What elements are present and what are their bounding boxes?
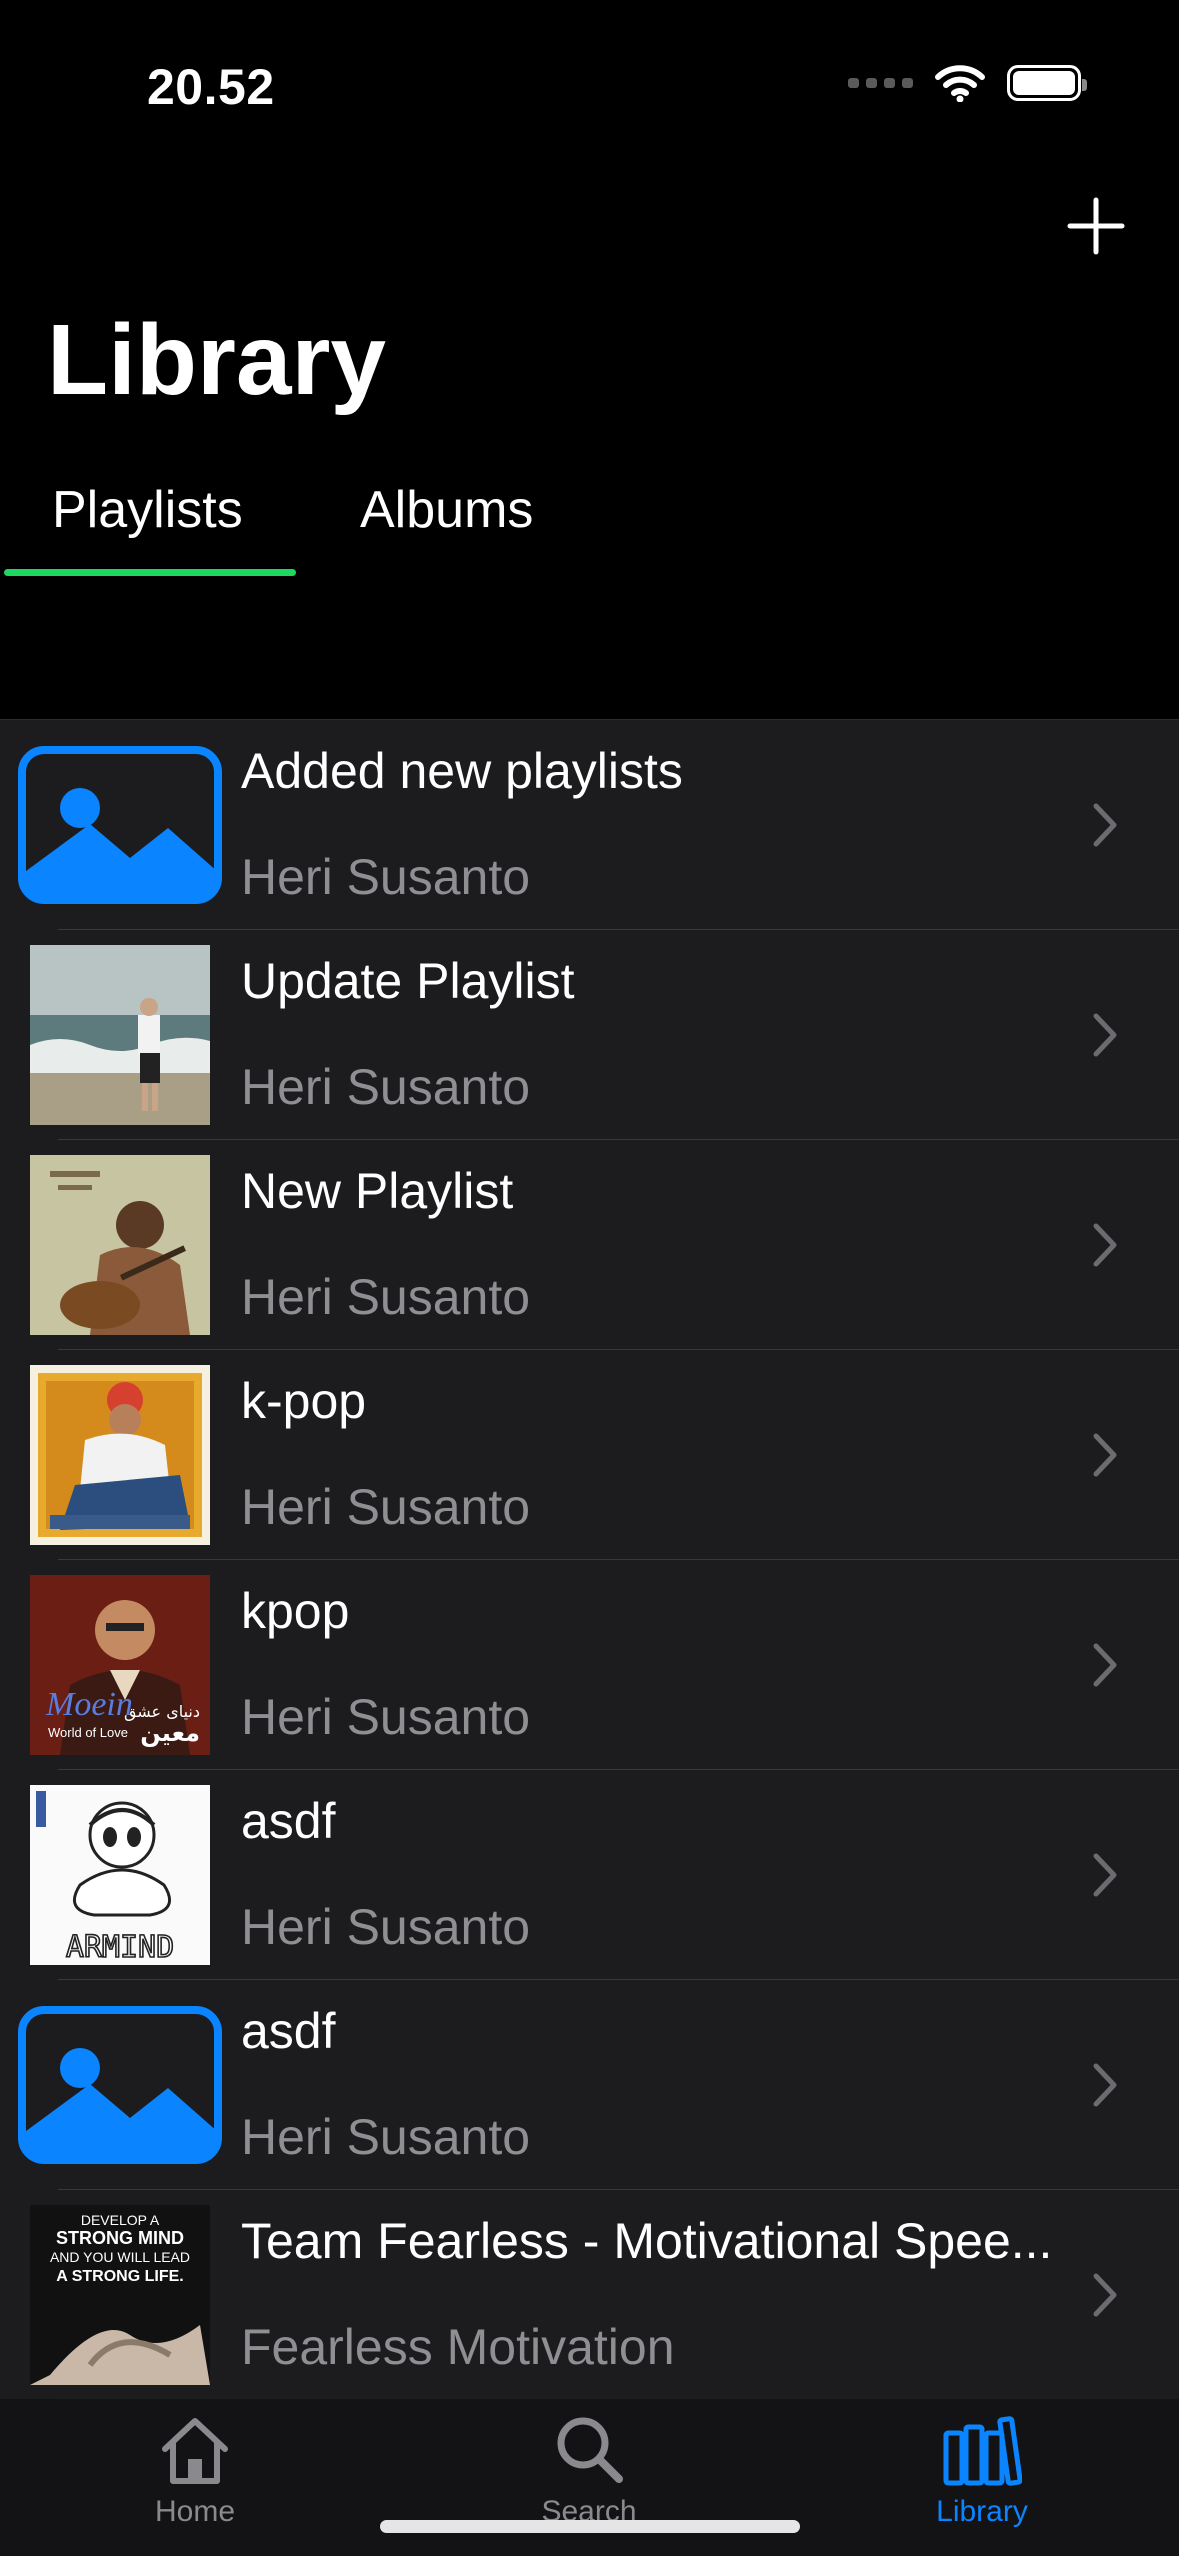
playlist-owner: Heri Susanto bbox=[241, 1479, 531, 1535]
playlist-row[interactable]: Added new playlists Heri Susanto bbox=[0, 720, 1179, 930]
battery-icon bbox=[1007, 65, 1087, 101]
placeholder-image-icon bbox=[18, 746, 222, 904]
playlist-owner: Fearless Motivation bbox=[241, 2319, 675, 2375]
portrait-album-cover: Moein World of Love دنیای عشق معین bbox=[30, 1575, 210, 1755]
playlist-title: Added new playlists bbox=[241, 743, 683, 799]
cover-script-text: Moein bbox=[45, 1686, 133, 1723]
wifi-icon bbox=[935, 65, 985, 102]
tab-home-label: Home bbox=[154, 2495, 236, 2528]
plus-icon[interactable] bbox=[1065, 195, 1127, 257]
playlist-row[interactable]: Moein World of Love دنیای عشق معین kpop … bbox=[0, 1560, 1179, 1770]
tab-albums[interactable]: Albums bbox=[360, 480, 533, 540]
chevron-right-icon bbox=[1093, 1013, 1117, 1057]
playlist-row[interactable]: Update Playlist Heri Susanto bbox=[0, 930, 1179, 1140]
chevron-right-icon bbox=[1093, 2273, 1117, 2317]
cover-text-line: STRONG MIND bbox=[56, 2228, 184, 2248]
cover-text-line: AND YOU WILL LEAD bbox=[50, 2249, 190, 2265]
playlist-row[interactable]: New Playlist Heri Susanto bbox=[0, 1140, 1179, 1350]
armind-album-cover: ARMIND bbox=[30, 1785, 210, 1965]
playlist-list[interactable]: Added new playlists Heri Susanto Update … bbox=[0, 719, 1179, 2400]
playlist-title: k-pop bbox=[241, 1373, 367, 1429]
playlist-owner: Heri Susanto bbox=[241, 1059, 531, 1115]
playlist-owner: Heri Susanto bbox=[241, 1899, 531, 1955]
playlist-title: New Playlist bbox=[241, 1163, 514, 1219]
cellular-dots-icon bbox=[848, 78, 913, 88]
cover-arabic-bottom-text: معین bbox=[140, 1719, 200, 1747]
beach-album-cover bbox=[30, 945, 210, 1125]
playlist-owner: Heri Susanto bbox=[241, 1689, 531, 1745]
placeholder-image-icon bbox=[18, 2006, 222, 2164]
books-icon bbox=[943, 2416, 1022, 2486]
status-time: 20.52 bbox=[147, 59, 275, 115]
chevron-right-icon bbox=[1093, 1433, 1117, 1477]
playlist-title: Team Fearless - Motivational Spee... bbox=[241, 2213, 1053, 2269]
magnifier-icon bbox=[557, 2417, 623, 2483]
tab-home[interactable]: Home bbox=[95, 2399, 295, 2529]
playlist-row[interactable]: k-pop Heri Susanto bbox=[0, 1350, 1179, 1560]
segment-tabs: Playlists Albums bbox=[0, 470, 600, 580]
playlist-title: asdf bbox=[241, 1793, 336, 1849]
house-icon bbox=[162, 2418, 228, 2484]
playlist-title: asdf bbox=[241, 2003, 336, 2059]
cover-subtitle-text: World of Love bbox=[48, 1725, 128, 1740]
playlist-owner: Heri Susanto bbox=[241, 1269, 531, 1325]
tab-library-label: Library bbox=[936, 2495, 1028, 2528]
playlist-row[interactable]: ARMIND asdf Heri Susanto bbox=[0, 1770, 1179, 1980]
chevron-right-icon bbox=[1093, 1223, 1117, 1267]
chevron-right-icon bbox=[1093, 1853, 1117, 1897]
playlist-title: Update Playlist bbox=[241, 953, 575, 1009]
chevron-right-icon bbox=[1093, 1643, 1117, 1687]
playlist-owner: Heri Susanto bbox=[241, 2109, 531, 2165]
tab-playlists[interactable]: Playlists bbox=[52, 480, 243, 540]
guitarist-album-cover bbox=[30, 1155, 210, 1335]
status-icons bbox=[848, 64, 1087, 102]
chevron-right-icon bbox=[1093, 2063, 1117, 2107]
cover-text-line: A STRONG LIFE. bbox=[56, 2268, 183, 2285]
tab-selected-indicator bbox=[4, 569, 296, 576]
tab-search[interactable]: Search bbox=[489, 2399, 689, 2529]
page-title: Library bbox=[47, 304, 387, 416]
motivation-cover: DEVELOP A STRONG MIND AND YOU WILL LEAD … bbox=[30, 2205, 210, 2385]
playlist-row[interactable]: DEVELOP A STRONG MIND AND YOU WILL LEAD … bbox=[0, 2190, 1179, 2400]
playlist-owner: Heri Susanto bbox=[241, 849, 531, 905]
home-indicator bbox=[380, 2520, 800, 2533]
cover-logo-text: ARMIND bbox=[66, 1930, 174, 1965]
tab-library[interactable]: Library bbox=[882, 2399, 1082, 2529]
playlist-row[interactable]: asdf Heri Susanto bbox=[0, 1980, 1179, 2190]
chevron-right-icon bbox=[1093, 803, 1117, 847]
stamp-album-cover bbox=[30, 1365, 210, 1545]
cover-text-line: DEVELOP A bbox=[81, 2212, 160, 2228]
playlist-title: kpop bbox=[241, 1583, 350, 1639]
